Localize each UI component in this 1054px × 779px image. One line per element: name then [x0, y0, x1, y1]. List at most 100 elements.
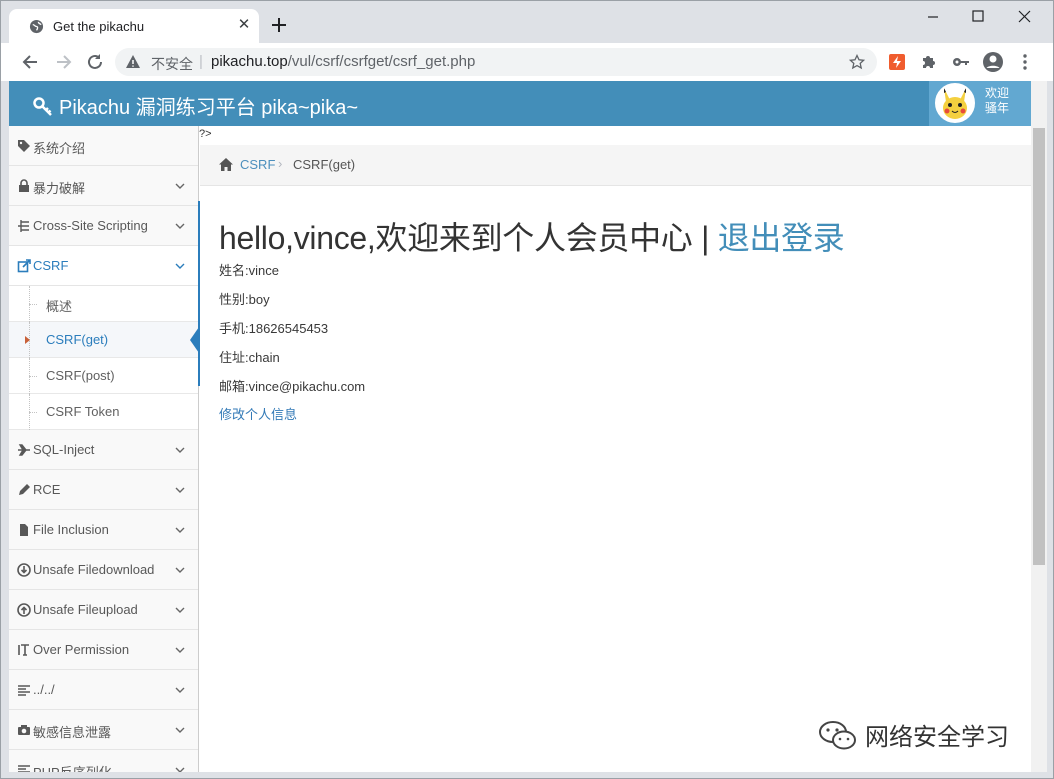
profile-avatar-icon[interactable]	[982, 51, 1004, 73]
address-bar[interactable]: 不安全 | pikachu.top/vul/csrf/csrfget/csrf_…	[115, 48, 877, 76]
chevron-down-icon	[175, 447, 185, 453]
globe-icon	[29, 19, 44, 34]
sidebar-item-label: Cross-Site Scripting	[33, 218, 148, 233]
chevron-down-icon	[175, 183, 185, 189]
text-height-icon	[18, 644, 29, 656]
bookmark-star-icon[interactable]	[849, 54, 865, 70]
sidebar-item-filedownload[interactable]: Unsafe Filedownload	[9, 550, 198, 590]
sidebar-item-rce[interactable]: RCE	[9, 470, 198, 510]
sidebar-item-label: CSRF	[33, 258, 69, 273]
profile-gender: 性别:boy	[219, 292, 270, 307]
sidebar-item-sqli[interactable]: SQL-Inject	[9, 430, 198, 470]
tab-strip: Get the pikachu ✕	[1, 1, 1053, 43]
sidebar-item-php-unserialize[interactable]: PHP反序列化	[9, 750, 198, 772]
sidebar-item-label: PHP反序列化	[33, 762, 112, 772]
logout-link[interactable]: 退出登录	[718, 220, 845, 256]
edit-profile-link[interactable]: 修改个人信息	[219, 404, 297, 423]
reload-icon[interactable]	[85, 52, 105, 72]
chevron-down-icon	[175, 223, 185, 229]
sidebar-item-over-permission[interactable]: Over Permission	[9, 630, 198, 670]
insecure-label: 不安全	[151, 56, 193, 72]
tree-line	[29, 376, 37, 377]
breadcrumb-current: CSRF(get)	[293, 157, 356, 172]
browser-tab[interactable]: Get the pikachu ✕	[9, 9, 259, 43]
sidebar-item-label: Unsafe Fileupload	[33, 602, 138, 617]
extension-bolt-icon[interactable]	[887, 52, 907, 72]
sidebar-item-label: File Inclusion	[33, 522, 109, 537]
sidebar-item-dir-traversal[interactable]: ../../	[9, 670, 198, 710]
chevron-down-icon	[175, 263, 185, 269]
home-icon[interactable]	[218, 157, 234, 172]
sidebar-item-label: 敏感信息泄露	[33, 725, 112, 740]
sidebar: 系统介绍 暴力破解 Cross-Site Scripting CSRF 概述 C…	[9, 126, 199, 772]
minimize-icon[interactable]	[913, 5, 953, 29]
submenu-item-csrf-post[interactable]: CSRF(post)	[9, 358, 198, 394]
camera-icon	[18, 725, 30, 735]
chevron-down-icon	[175, 687, 185, 693]
tree-line	[29, 412, 37, 413]
warning-icon[interactable]	[125, 54, 141, 70]
sidebar-item-label: Unsafe Filedownload	[33, 562, 155, 577]
sidebar-item-file-inclusion[interactable]: File Inclusion	[9, 510, 198, 550]
close-tab-icon[interactable]: ✕	[235, 16, 253, 34]
sidebar-item-fileupload[interactable]: Unsafe Fileupload	[9, 590, 198, 630]
welcome-line2: 骚年	[985, 101, 1010, 115]
close-window-icon[interactable]	[1004, 5, 1044, 29]
sidebar-item-label: 暴力破解	[33, 181, 86, 196]
list-tree-icon	[18, 220, 29, 232]
browser-toolbar: 不安全 | pikachu.top/vul/csrf/csrfget/csrf_…	[1, 43, 1053, 81]
profile-name: 姓名:vince	[219, 263, 279, 278]
site-brand[interactable]: Pikachu 漏洞练习平台 pika~pika~	[33, 91, 358, 120]
download-circle-icon	[17, 563, 31, 577]
welcome-text: 欢迎 骚年	[985, 86, 1021, 116]
user-menu[interactable]: 欢迎 骚年	[929, 81, 1031, 126]
submenu-label: CSRF(post)	[46, 368, 115, 383]
submenu-item-csrf-token[interactable]: CSRF Token	[9, 394, 198, 430]
sidebar-item-label: RCE	[33, 482, 61, 497]
align-left-icon	[18, 765, 30, 772]
breadcrumb: CSRF › CSRF(get)	[200, 145, 1031, 186]
submenu-item-csrf-get[interactable]: CSRF(get)	[9, 322, 199, 358]
plane-icon	[18, 444, 30, 456]
scrollbar-thumb[interactable]	[1033, 128, 1045, 565]
sidebar-item-label: Over Permission	[33, 642, 130, 657]
tags-icon	[18, 140, 30, 152]
sidebar-item-intro[interactable]: 系统介绍	[9, 126, 198, 166]
sidebar-item-label: 系统介绍	[33, 141, 86, 156]
avatar	[935, 83, 975, 123]
puzzle-icon[interactable]	[919, 52, 939, 72]
key-brand-icon	[33, 97, 52, 116]
omnibox-divider: |	[199, 53, 203, 70]
kebab-menu-icon[interactable]	[1015, 52, 1035, 72]
url-host: pikachu.top	[211, 53, 288, 70]
back-arrow-icon[interactable]	[21, 52, 41, 72]
breadcrumb-separator: ›	[278, 156, 283, 171]
key-icon[interactable]	[951, 52, 971, 72]
watermark-text: 网络安全学习	[865, 724, 1009, 751]
tab-title: Get the pikachu	[53, 19, 145, 34]
sidebar-item-info-leak[interactable]: 敏感信息泄露	[9, 710, 198, 750]
chevron-down-icon	[175, 567, 185, 573]
sidebar-item-bruteforce[interactable]: 暴力破解	[9, 166, 198, 206]
submenu-item-overview[interactable]: 概述	[9, 286, 198, 322]
forward-arrow-icon[interactable]	[53, 52, 73, 72]
align-left-icon	[18, 685, 30, 696]
submenu-label: CSRF(get)	[46, 332, 109, 347]
file-icon	[20, 524, 28, 536]
chevron-down-icon	[175, 647, 185, 653]
watermark: 网络安全学习	[817, 717, 1009, 753]
sidebar-item-xss[interactable]: Cross-Site Scripting	[9, 206, 198, 246]
lock-icon	[19, 179, 29, 192]
welcome-line1: 欢迎	[985, 86, 1010, 100]
profile-address: 住址:chain	[219, 350, 280, 365]
tree-line	[29, 304, 37, 305]
sidebar-item-csrf[interactable]: CSRF	[9, 246, 198, 286]
breadcrumb-link-csrf[interactable]: CSRF	[240, 157, 275, 172]
site-header: Pikachu 漏洞练习平台 pika~pika~ 欢迎 骚年	[9, 81, 1031, 126]
submenu-label: CSRF Token	[46, 404, 120, 419]
site-brand-text: Pikachu 漏洞练习平台 pika~pika~	[59, 97, 359, 119]
new-tab-icon[interactable]	[269, 15, 289, 35]
wechat-icon	[819, 721, 856, 750]
sidebar-item-label: ../../	[33, 682, 55, 697]
maximize-icon[interactable]	[958, 5, 998, 29]
